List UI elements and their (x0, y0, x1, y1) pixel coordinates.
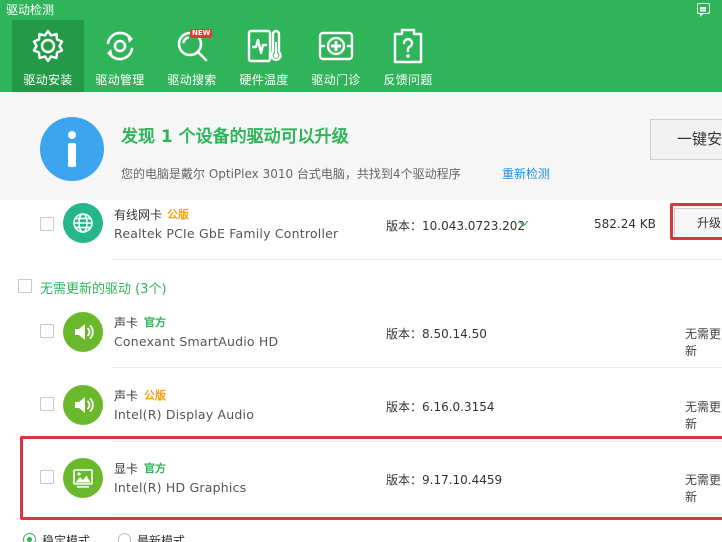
tab-driver-manage[interactable]: 驱动管理 (84, 20, 156, 92)
driver-tag: 公版 (144, 389, 166, 402)
row-divider (112, 367, 722, 368)
feedback-message-icon[interactable] (697, 3, 710, 17)
section-title-no-update: 无需更新的驱动 (3个) (40, 282, 167, 297)
device-name: 显卡 (114, 462, 139, 476)
temperature-icon (247, 29, 282, 63)
summary-banner (0, 92, 722, 200)
device-name: 有线网卡 (114, 208, 163, 222)
display-image-icon (63, 458, 103, 498)
network-globe-icon (63, 203, 103, 243)
update-status: 无需更新 (685, 327, 722, 358)
driver-size: 582.24 KB (594, 217, 656, 231)
tab-label: 驱动管理 (95, 73, 145, 87)
new-badge: NEW (190, 29, 213, 38)
app-title: 驱动检测 (6, 3, 55, 17)
tab-label: 反馈问题 (383, 73, 433, 87)
driver-tag: 公版 (167, 208, 189, 221)
device-model: Conexant SmartAudio HD (114, 334, 279, 349)
device-version: 版本：8.50.14.50 (386, 327, 487, 341)
info-icon (40, 117, 104, 181)
top-bar: 驱动检测 驱动安装 驱动管理 NEW 驱动搜索 硬件温度 驱动门诊 反馈问题 (0, 0, 722, 92)
highlight-box-graphics-row (20, 436, 722, 520)
refresh-icon (106, 31, 134, 61)
gear-icon (32, 29, 64, 63)
driver-tag: 官方 (144, 316, 166, 329)
mode-label: 稳定模式 (42, 534, 91, 542)
question-icon (393, 28, 423, 64)
driver-tag: 官方 (144, 462, 166, 475)
tab-label: 硬件温度 (239, 73, 289, 87)
tab-label: 驱动安装 (23, 73, 73, 87)
device-name: 声卡 (114, 316, 139, 330)
device-version: 版本：9.17.10.4459 (386, 473, 503, 487)
device-name: 声卡 (114, 389, 139, 403)
upgrade-button[interactable]: 升级 (674, 208, 722, 238)
row-checkbox[interactable] (40, 217, 54, 231)
row-checkbox[interactable] (40, 397, 54, 411)
tab-hardware-temp[interactable]: 硬件温度 (228, 20, 300, 92)
row-divider (112, 441, 722, 442)
row-checkbox[interactable] (40, 324, 54, 338)
mode-radio-stable[interactable] (23, 533, 36, 542)
device-model: Intel(R) Display Audio (114, 407, 255, 422)
update-status: 无需更新 (685, 400, 722, 431)
device-version: 版本：10.043.0723.202 (386, 219, 526, 233)
tab-driver-clinic[interactable]: 驱动门诊 (300, 20, 372, 92)
mode-label: 最新模式 (137, 534, 186, 542)
device-model: Intel(R) HD Graphics (114, 480, 247, 495)
row-divider (112, 514, 722, 515)
speaker-icon (63, 312, 103, 352)
tab-label: 驱动门诊 (311, 73, 361, 87)
tab-driver-search[interactable]: NEW 驱动搜索 (156, 20, 228, 92)
tab-feedback[interactable]: 反馈问题 (372, 20, 444, 92)
install-all-button[interactable]: 一键安装 (650, 119, 722, 160)
row-checkbox[interactable] (40, 470, 54, 484)
tab-label: 驱动搜索 (167, 73, 217, 87)
speaker-icon (63, 385, 103, 425)
device-model: Realtek PCIe GbE Family Controller (114, 226, 339, 241)
tab-driver-install[interactable]: 驱动安装 (12, 20, 84, 92)
summary-title: 发现 1 个设备的驱动可以升级 (121, 127, 349, 147)
mode-radio-latest[interactable] (118, 533, 131, 542)
clinic-icon (318, 31, 354, 61)
rescan-link[interactable]: 重新检测 (502, 165, 550, 182)
summary-description: 您的电脑是戴尔 OptiPlex 3010 台式电脑，共找到4个驱动程序 (121, 167, 461, 181)
update-status: 无需更新 (685, 473, 722, 504)
device-version: 版本：6.16.0.3154 (386, 400, 495, 414)
section-checkbox[interactable] (18, 279, 32, 293)
row-divider (112, 259, 722, 260)
